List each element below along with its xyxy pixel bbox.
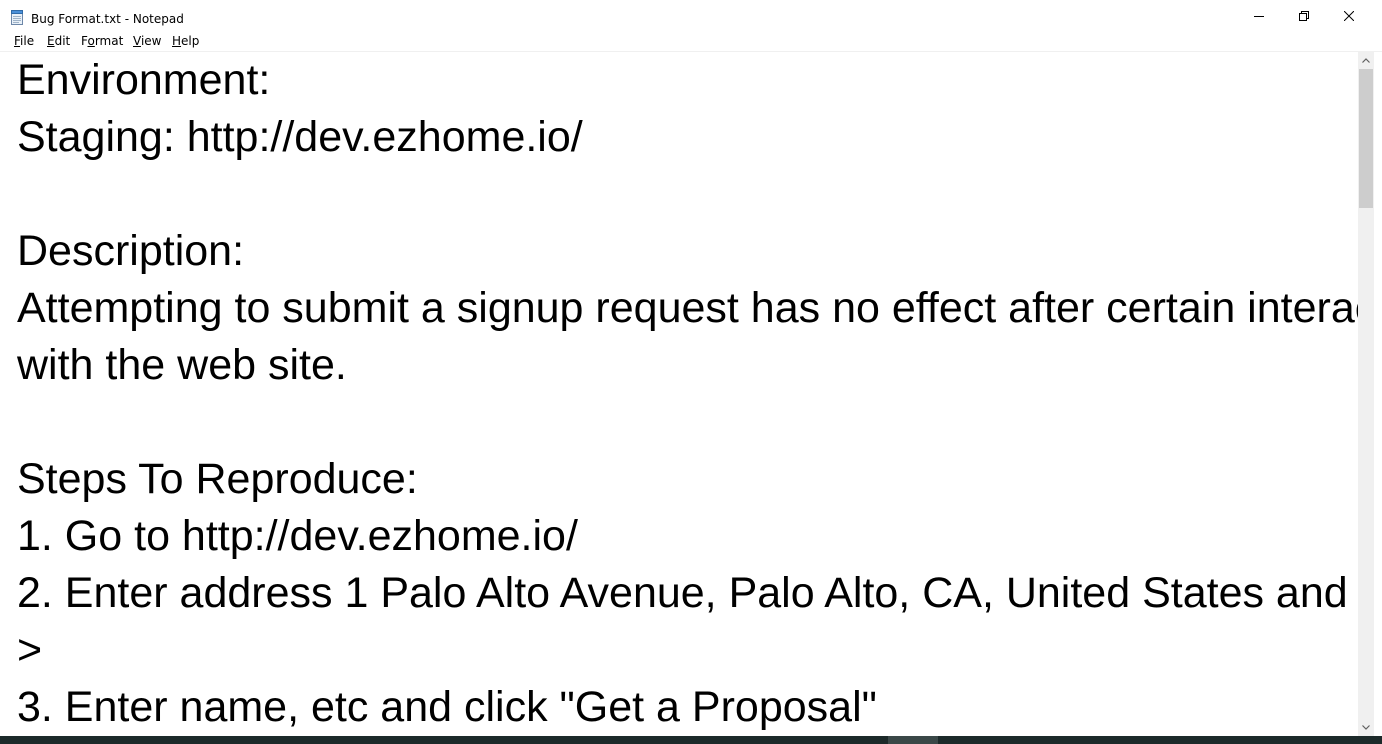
chevron-down-icon bbox=[1362, 725, 1370, 730]
menu-view-label: iew bbox=[140, 34, 162, 48]
taskbar[interactable] bbox=[0, 736, 1382, 744]
text-editor[interactable]: Environment: Staging: http://dev.ezhome.… bbox=[0, 52, 1358, 736]
editor-line: Description: bbox=[17, 227, 245, 275]
title-bar[interactable]: Bug Format.txt - Notepad bbox=[0, 0, 1382, 31]
scroll-up-button[interactable] bbox=[1358, 52, 1374, 69]
scroll-down-button[interactable] bbox=[1358, 719, 1374, 736]
chevron-up-icon bbox=[1362, 58, 1370, 63]
restore-icon bbox=[1299, 10, 1309, 21]
editor-line: > bbox=[17, 626, 43, 674]
menu-format-accelerator: o bbox=[87, 34, 95, 48]
window-border bbox=[1374, 52, 1382, 736]
menu-file[interactable]: File bbox=[13, 33, 35, 49]
editor-line: Attempting to submit a signup request ha… bbox=[17, 284, 1358, 332]
close-icon bbox=[1344, 10, 1354, 21]
menu-view[interactable]: View bbox=[132, 33, 162, 49]
editor-line: Environment: bbox=[17, 56, 271, 104]
window-title: Bug Format.txt - Notepad bbox=[31, 12, 184, 26]
notepad-icon[interactable] bbox=[10, 10, 24, 25]
restore-button[interactable] bbox=[1281, 0, 1327, 31]
menu-file-label: ile bbox=[20, 34, 35, 48]
taskbar-button[interactable] bbox=[888, 736, 938, 744]
editor-line: 1. Go to http://dev.ezhome.io/ bbox=[17, 512, 578, 560]
menu-edit[interactable]: Edit bbox=[46, 33, 71, 49]
scroll-thumb[interactable] bbox=[1359, 69, 1373, 208]
editor-line: Steps To Reproduce: bbox=[17, 455, 418, 503]
menu-help[interactable]: Help bbox=[171, 33, 200, 49]
close-button[interactable] bbox=[1326, 0, 1372, 31]
menu-bar: File Edit Format View Help bbox=[0, 31, 1382, 52]
menu-edit-accelerator: E bbox=[47, 34, 55, 48]
menu-edit-label: dit bbox=[54, 34, 71, 48]
minimize-icon bbox=[1254, 15, 1264, 17]
menu-format[interactable]: Format bbox=[80, 33, 124, 49]
menu-view-accelerator: V bbox=[133, 34, 141, 48]
editor-line: with the web site. bbox=[17, 341, 347, 389]
menu-help-label: elp bbox=[181, 34, 200, 48]
editor-line: 3. Enter name, etc and click "Get a Prop… bbox=[17, 683, 877, 731]
vertical-scrollbar[interactable] bbox=[1358, 52, 1374, 736]
minimize-button[interactable] bbox=[1236, 0, 1282, 31]
notepad-window: Bug Format.txt - Notepad File Edit Forma… bbox=[0, 0, 1382, 744]
menu-help-accelerator: H bbox=[172, 34, 182, 48]
editor-line: 2. Enter address 1 Palo Alto Avenue, Pal… bbox=[17, 569, 1358, 617]
editor-line: Staging: http://dev.ezhome.io/ bbox=[17, 113, 583, 161]
menu-format-label: rmat bbox=[94, 34, 124, 48]
